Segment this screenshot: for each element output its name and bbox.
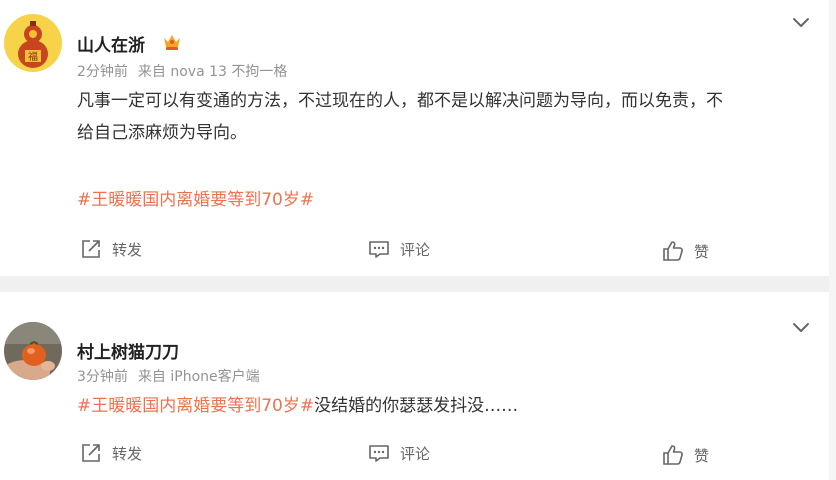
user-avatar[interactable] <box>4 322 62 380</box>
post-content: #王暖暖国内离婚要等到70岁#没结婚的你瑟瑟发抖没…… <box>77 390 807 422</box>
repost-label: 转发 <box>112 240 143 259</box>
gourd-fu-avatar-icon: 福 <box>4 14 62 72</box>
repost-icon <box>82 444 100 462</box>
user-avatar[interactable]: 福 <box>4 14 62 72</box>
comment-label: 评论 <box>400 240 431 259</box>
svg-text:福: 福 <box>28 50 38 63</box>
like-label: 赞 <box>694 242 710 261</box>
thumbs-up-icon <box>663 241 683 261</box>
post-text-line: 凡事一定可以有变通的方法，不过现在的人，都不是以解决问题为导向，而以免责，不 <box>77 91 723 111</box>
post-time[interactable]: 3分钟前 <box>77 369 128 385</box>
like-button[interactable]: 赞 <box>662 444 709 466</box>
comment-icon <box>369 241 389 258</box>
post-topic-row: #王暖暖国内离婚要等到70岁# <box>77 184 807 216</box>
comment-button[interactable]: 评论 <box>368 238 430 260</box>
weibo-feed: 福 山人在浙 2分钟前 来自 nova 13 不拘一格 凡事一定可以有变通的方法，… <box>0 0 836 480</box>
scrollbar[interactable] <box>829 0 836 480</box>
post-text: 没结婚的你瑟瑟发抖没…… <box>314 396 519 416</box>
user-name[interactable]: 村上树猫刀刀 <box>77 338 179 363</box>
topic-link[interactable]: #王暖暖国内离婚要等到70岁# <box>77 190 314 210</box>
comment-icon <box>369 445 389 462</box>
post-text-line: 给自己添麻烦为导向。 <box>77 123 247 143</box>
crown-badge-icon[interactable] <box>162 33 182 51</box>
thumbs-up-icon <box>663 445 683 465</box>
post-meta: 2分钟前 来自 nova 13 不拘一格 <box>77 61 287 81</box>
topic-link[interactable]: #王暖暖国内离婚要等到70岁# <box>77 396 314 416</box>
comment-button[interactable]: 评论 <box>368 442 430 464</box>
post-source: 来自 iPhone客户端 <box>137 369 260 385</box>
like-button[interactable]: 赞 <box>662 240 709 262</box>
post-card: 福 山人在浙 2分钟前 来自 nova 13 不拘一格 凡事一定可以有变通的方法，… <box>0 0 829 276</box>
comment-label: 评论 <box>400 444 431 463</box>
chevron-down-icon[interactable] <box>791 319 811 333</box>
user-name[interactable]: 山人在浙 <box>77 31 145 56</box>
post-content: 凡事一定可以有变通的方法，不过现在的人，都不是以解决问题为导向，而以免责，不 给… <box>77 85 807 149</box>
chevron-down-icon[interactable] <box>791 14 811 28</box>
repost-icon <box>82 240 100 258</box>
post-meta: 3分钟前 来自 iPhone客户端 <box>77 366 260 386</box>
repost-label: 转发 <box>112 444 143 463</box>
persimmon-hand-avatar-icon <box>4 322 62 380</box>
post-card: 村上树猫刀刀 3分钟前 来自 iPhone客户端 #王暖暖国内离婚要等到70岁#没… <box>0 292 829 480</box>
card-divider <box>0 276 836 292</box>
like-label: 赞 <box>694 446 710 465</box>
repost-button[interactable]: 转发 <box>80 442 142 464</box>
post-time[interactable]: 2分钟前 <box>77 64 128 80</box>
repost-button[interactable]: 转发 <box>80 238 142 260</box>
post-source: 来自 nova 13 不拘一格 <box>137 64 288 80</box>
